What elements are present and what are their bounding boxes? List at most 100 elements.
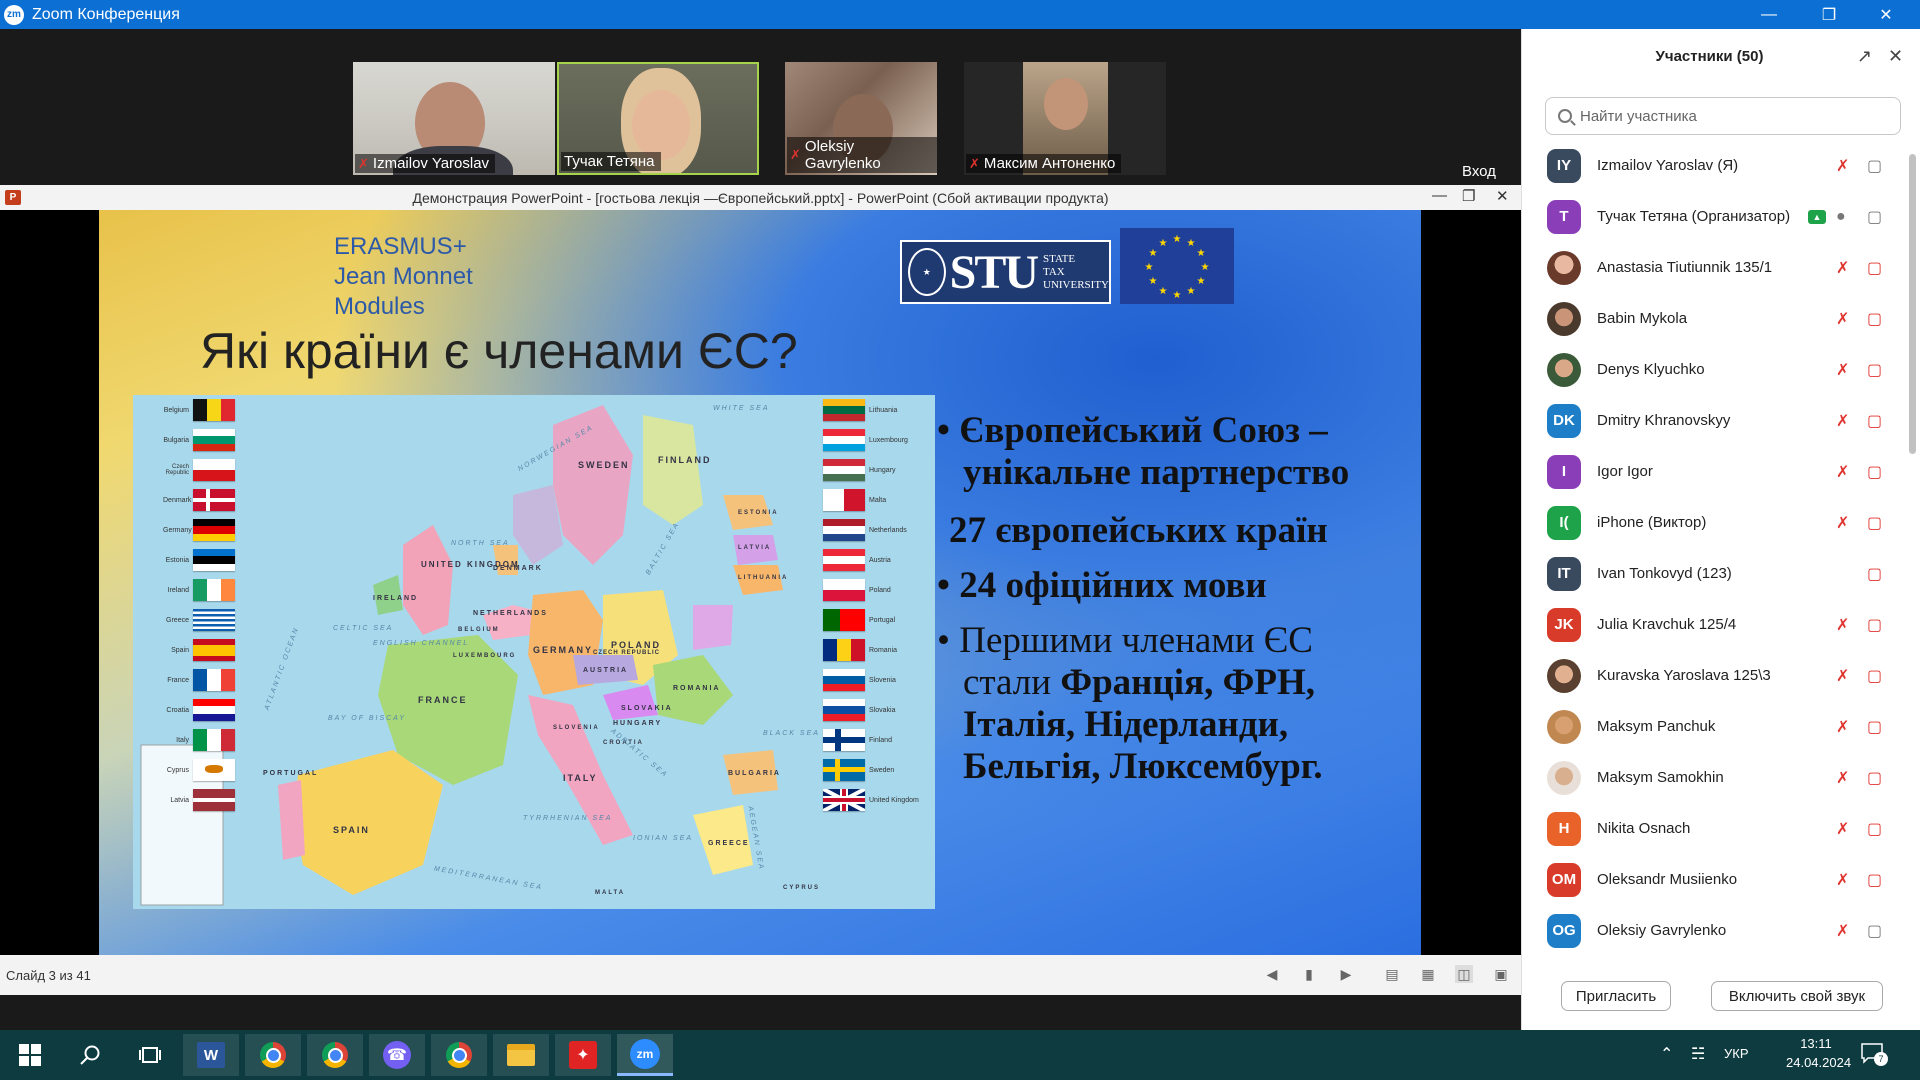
camera-off-icon[interactable]: ▢ <box>1867 564 1882 584</box>
zoom-taskbar-button[interactable]: zm <box>617 1034 673 1076</box>
ppt-minimize-button[interactable]: — <box>1432 187 1447 204</box>
muted-mic-icon[interactable]: ✗ <box>1836 615 1849 635</box>
restore-button[interactable]: ❐ <box>1801 0 1857 29</box>
camera-off-icon[interactable]: ▢ <box>1867 411 1882 431</box>
camera-off-icon[interactable]: ▢ <box>1867 513 1882 533</box>
flag-legend-item: Latvia <box>163 789 235 811</box>
invite-button[interactable]: Пригласить <box>1561 981 1671 1011</box>
map-country-label: PORTUGAL <box>263 770 319 777</box>
czech-flag-icon <box>193 459 235 481</box>
participant-row[interactable]: Babin Mykola ✗ ▢ <box>1522 293 1904 344</box>
muted-mic-icon[interactable]: ✗ <box>1836 666 1849 686</box>
word-taskbar-button[interactable]: W <box>183 1034 239 1076</box>
viber-taskbar-button[interactable]: ☎ <box>369 1034 425 1076</box>
unmute-self-button[interactable]: Включить свой звук <box>1711 981 1883 1011</box>
normal-view-icon[interactable]: ▤ <box>1383 965 1401 983</box>
video-tile[interactable]: ✗ Максим Антоненко <box>964 62 1166 175</box>
flag-legend-item: Lithuania <box>823 399 897 421</box>
participant-row[interactable]: Anastasia Tiutiunnik 135/1 ✗ ▢ <box>1522 242 1904 293</box>
participant-row[interactable]: DK Dmitry Khranovskyy ✗ ▢ <box>1522 395 1904 446</box>
participant-row[interactable]: IY Izmailov Yaroslav (Я) ✗ ▢ <box>1522 140 1904 191</box>
video-tile[interactable]: ✗ Oleksiy Gavrylenko <box>785 62 937 175</box>
camera-off-icon[interactable]: ▢ <box>1867 258 1882 278</box>
participant-search[interactable] <box>1545 97 1901 135</box>
participant-row[interactable]: Denys Klyuchko ✗ ▢ <box>1522 344 1904 395</box>
camera-icon[interactable]: ▢ <box>1867 207 1882 227</box>
muted-mic-icon[interactable]: ✗ <box>1836 513 1849 533</box>
explorer-taskbar-button[interactable] <box>493 1034 549 1076</box>
camera-off-icon[interactable]: ▢ <box>1867 360 1882 380</box>
muted-mic-icon[interactable]: ✗ <box>1836 411 1849 431</box>
notifications-button[interactable]: 7 <box>1860 1042 1888 1066</box>
slideshow-icon[interactable]: ▣ <box>1492 965 1510 983</box>
muted-mic-icon[interactable]: ✗ <box>1836 462 1849 482</box>
participant-search-input[interactable] <box>1580 107 1880 125</box>
participant-row[interactable]: Maksym Panchuk ✗ ▢ <box>1522 701 1904 752</box>
chevron-up-icon[interactable]: ⌃ <box>1660 1044 1673 1064</box>
participant-row[interactable]: IT Ivan Tonkovyd (123) ▢ <box>1522 548 1904 599</box>
camera-off-icon[interactable]: ▢ <box>1867 870 1882 890</box>
acrobat-taskbar-button[interactable]: ✦ <box>555 1034 611 1076</box>
next-slide-icon[interactable]: ▶ <box>1337 965 1355 983</box>
participant-row[interactable]: T Тучак Тетяна (Организатор) ▲ ● ▢ <box>1522 191 1904 242</box>
camera-off-icon[interactable]: ▢ <box>1867 309 1882 329</box>
windows-taskbar: W ☎ ✦ zm ⌃ ☵ УКР 13:11 24.04.2024 7 <box>0 1030 1920 1080</box>
camera-off-icon[interactable]: ▢ <box>1867 462 1882 482</box>
muted-mic-icon[interactable]: ✗ <box>1836 717 1849 737</box>
map-country-label: SPAIN <box>333 825 370 835</box>
participant-list-scrollbar[interactable] <box>1909 154 1916 454</box>
map-country-label: BELGIUM <box>458 627 500 633</box>
participant-row[interactable]: I(iPhone (Виктор) ✗ ▢ <box>1522 497 1904 548</box>
network-icon[interactable]: ☵ <box>1691 1044 1705 1064</box>
avatar: JK <box>1547 607 1581 642</box>
slide-menu-icon[interactable]: ▮ <box>1300 965 1318 983</box>
close-panel-icon[interactable]: ✕ <box>1888 46 1903 67</box>
camera-off-icon[interactable]: ▢ <box>1867 666 1882 686</box>
reading-view-icon[interactable]: ◫ <box>1455 965 1473 983</box>
previous-slide-icon[interactable]: ◀ <box>1263 965 1281 983</box>
chrome-taskbar-button[interactable] <box>245 1034 301 1076</box>
language-indicator[interactable]: УКР <box>1724 1046 1749 1061</box>
clock[interactable]: 13:11 24.04.2024 <box>1786 1036 1851 1070</box>
camera-off-icon[interactable]: ▢ <box>1867 615 1882 635</box>
camera-off-icon[interactable]: ▢ <box>1867 717 1882 737</box>
muted-mic-icon[interactable]: ✗ <box>1836 870 1849 890</box>
camera-off-icon[interactable]: ▢ <box>1867 819 1882 839</box>
start-button[interactable] <box>2 1034 58 1076</box>
map-country-label: LITHUANIA <box>738 575 789 581</box>
muted-mic-icon[interactable]: ✗ <box>1836 309 1849 329</box>
participant-row[interactable]: H Nikita Osnach ✗ ▢ <box>1522 803 1904 854</box>
muted-mic-icon[interactable]: ✗ <box>1836 819 1849 839</box>
muted-mic-icon[interactable]: ✗ <box>1836 258 1849 278</box>
ppt-close-button[interactable]: ✕ <box>1496 187 1509 205</box>
video-tile-active-speaker[interactable]: Тучак Тетяна <box>557 62 759 175</box>
video-tile[interactable]: ✗ Izmailov Yaroslav <box>353 62 555 175</box>
participant-row[interactable]: Kuravska Yaroslava 125\3 ✗ ▢ <box>1522 650 1904 701</box>
login-label[interactable]: Вход <box>1462 163 1496 180</box>
minimize-button[interactable]: — <box>1741 0 1797 29</box>
muted-mic-icon[interactable]: ✗ <box>1836 360 1849 380</box>
participant-row[interactable]: OG Oleksiy Gavrylenko ✗ ▢ <box>1522 905 1904 956</box>
acrobat-icon: ✦ <box>569 1041 597 1069</box>
mic-icon[interactable]: ● <box>1836 208 1846 226</box>
chrome-taskbar-button[interactable] <box>307 1034 363 1076</box>
task-view-button[interactable] <box>122 1034 178 1076</box>
ppt-restore-button[interactable]: ❐ <box>1462 187 1475 205</box>
muted-mic-icon[interactable]: ✗ <box>1836 921 1849 941</box>
participant-row[interactable]: OM Oleksandr Musiienko ✗ ▢ <box>1522 854 1904 905</box>
muted-mic-icon[interactable]: ✗ <box>1836 156 1849 176</box>
muted-mic-icon[interactable]: ✗ <box>1836 768 1849 788</box>
pop-out-icon[interactable]: ↗ <box>1857 46 1872 67</box>
participant-row[interactable]: JK Julia Kravchuk 125/4 ✗ ▢ <box>1522 599 1904 650</box>
camera-off-icon[interactable]: ▢ <box>1867 768 1882 788</box>
sorter-view-icon[interactable]: ▦ <box>1419 965 1437 983</box>
chrome-taskbar-button[interactable] <box>431 1034 487 1076</box>
muted-mic-icon: ✗ <box>790 147 801 162</box>
map-country-label: MALTA <box>595 890 626 896</box>
search-taskbar-button[interactable] <box>62 1034 118 1076</box>
camera-icon[interactable]: ▢ <box>1867 921 1882 941</box>
camera-icon[interactable]: ▢ <box>1867 156 1882 176</box>
close-window-button[interactable]: ✕ <box>1858 0 1914 29</box>
participant-row[interactable]: I Igor Igor ✗ ▢ <box>1522 446 1904 497</box>
participant-row[interactable]: Maksym Samokhin ✗ ▢ <box>1522 752 1904 803</box>
